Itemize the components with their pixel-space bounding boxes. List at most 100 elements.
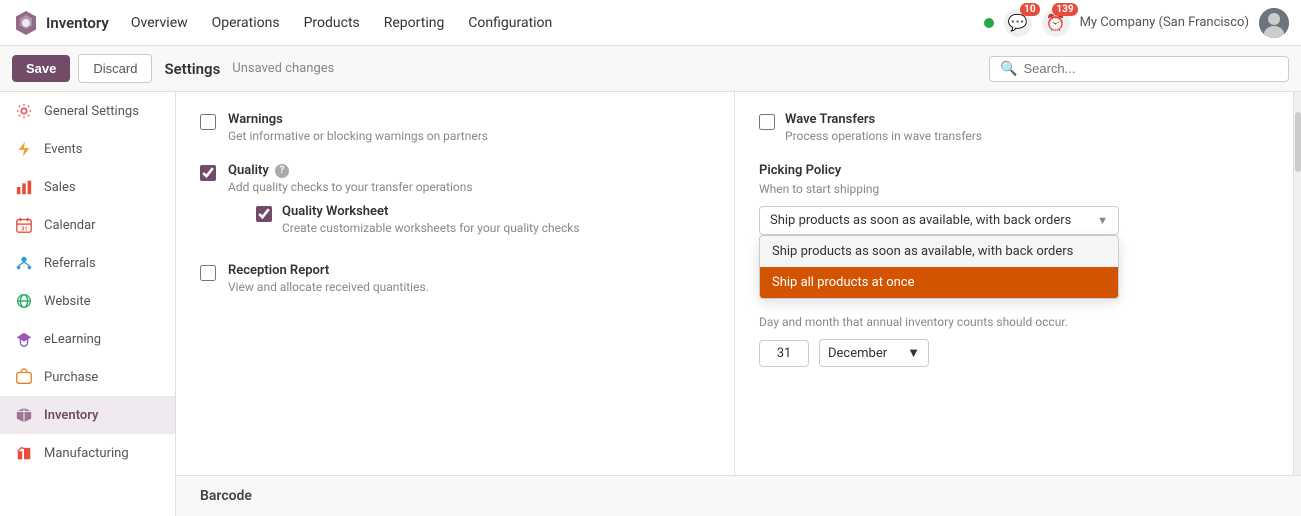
sidebar-manufacturing-label: Manufacturing — [44, 446, 129, 461]
activities-badge: 139 — [1052, 3, 1077, 16]
search-input[interactable] — [1023, 61, 1278, 76]
sidebar-item-general-settings[interactable]: General Settings — [0, 92, 175, 130]
unsaved-changes-label: Unsaved changes — [232, 61, 334, 76]
warnings-checkbox[interactable] — [200, 114, 216, 130]
scrollbar-thumb[interactable] — [1295, 112, 1301, 172]
gear-icon — [14, 101, 34, 121]
reception-report-content: Reception Report View and allocate recei… — [228, 263, 429, 294]
left-panel: Warnings Get informative or blocking war… — [176, 92, 735, 475]
nav-configuration[interactable]: Configuration — [458, 9, 562, 37]
inventory-icon — [14, 405, 34, 425]
annual-inventory-text: Day and month that annual inventory coun… — [759, 315, 1269, 329]
picking-policy-label: Picking Policy — [759, 163, 1269, 178]
warnings-content: Warnings Get informative or blocking war… — [228, 112, 488, 143]
sidebar-item-events[interactable]: Events — [0, 130, 175, 168]
page-title: Settings — [164, 60, 220, 78]
sidebar-item-manufacturing[interactable]: Manufacturing — [0, 434, 175, 472]
quality-worksheet-sub: Quality Worksheet Create customizable wo… — [256, 204, 580, 235]
dropdown-option-0[interactable]: Ship products as soon as available, with… — [760, 236, 1118, 267]
sidebar-sales-label: Sales — [44, 180, 76, 195]
sidebar-purchase-label: Purchase — [44, 370, 98, 385]
sidebar-item-calendar[interactable]: 31 Calendar — [0, 206, 175, 244]
sidebar-general-settings-label: General Settings — [44, 104, 139, 119]
chevron-down-icon: ▼ — [1097, 214, 1108, 227]
save-button[interactable]: Save — [12, 55, 70, 82]
sidebar-elearning-label: eLearning — [44, 332, 101, 347]
messages-badge: 10 — [1020, 3, 1039, 16]
referral-icon — [14, 253, 34, 273]
date-day-input[interactable]: 31 — [759, 340, 809, 367]
messages-button[interactable]: 💬 10 — [1004, 9, 1032, 37]
company-selector[interactable]: My Company (San Francisco) — [1080, 15, 1249, 30]
picking-policy-section: Picking Policy When to start shipping Sh… — [759, 163, 1269, 235]
date-row: 31 December ▼ — [759, 339, 1269, 367]
barcode-label: Barcode — [200, 488, 252, 504]
user-avatar[interactable] — [1259, 8, 1289, 38]
sidebar-website-label: Website — [44, 294, 91, 309]
wave-transfers-setting: Wave Transfers Process operations in wav… — [759, 112, 1269, 143]
reception-report-checkbox[interactable] — [200, 265, 216, 281]
wave-transfers-desc: Process operations in wave transfers — [785, 129, 982, 143]
quality-worksheet-title: Quality Worksheet — [282, 204, 580, 219]
dropdown-option-1[interactable]: Ship all products at once — [760, 267, 1118, 298]
sidebar-item-inventory[interactable]: Inventory — [0, 396, 175, 434]
picking-policy-desc: When to start shipping — [759, 182, 1269, 196]
dropdown-menu: Ship products as soon as available, with… — [759, 235, 1119, 299]
activities-button[interactable]: ⏰ 139 — [1042, 9, 1070, 37]
picking-policy-dropdown[interactable]: Ship products as soon as available, with… — [759, 206, 1119, 235]
main-layout: General Settings Events Sales 31 Calenda… — [0, 92, 1301, 516]
sidebar: General Settings Events Sales 31 Calenda… — [0, 92, 176, 516]
date-month-select[interactable]: December ▼ — [819, 339, 929, 367]
reception-report-title: Reception Report — [228, 263, 429, 278]
annual-inventory-section: Day and month that annual inventory coun… — [759, 315, 1269, 367]
quality-worksheet-checkbox[interactable] — [256, 206, 272, 222]
quality-worksheet-content: Quality Worksheet Create customizable wo… — [282, 204, 580, 235]
sidebar-referrals-label: Referrals — [44, 256, 96, 271]
discard-button[interactable]: Discard — [78, 54, 152, 83]
nav-products[interactable]: Products — [294, 9, 370, 37]
sidebar-inventory-label: Inventory — [44, 408, 99, 423]
quality-content: Quality ? Add quality checks to your tra… — [228, 163, 580, 243]
nav-reporting[interactable]: Reporting — [374, 9, 455, 37]
wave-transfers-title: Wave Transfers — [785, 112, 982, 127]
brand-icon — [12, 9, 40, 37]
content-wrapper: Warnings Get informative or blocking war… — [176, 92, 1301, 516]
date-month-value: December — [828, 346, 887, 361]
dropdown-trigger[interactable]: Ship products as soon as available, with… — [759, 206, 1119, 235]
sidebar-events-label: Events — [44, 142, 82, 157]
manufacturing-icon — [14, 443, 34, 463]
globe-icon — [14, 291, 34, 311]
sidebar-item-elearning[interactable]: eLearning — [0, 320, 175, 358]
sidebar-item-referrals[interactable]: Referrals — [0, 244, 175, 282]
dropdown-current-value: Ship products as soon as available, with… — [770, 213, 1071, 228]
sidebar-item-purchase[interactable]: Purchase — [0, 358, 175, 396]
search-box[interactable]: 🔍 — [989, 56, 1289, 82]
quality-title: Quality ? — [228, 163, 580, 178]
quality-worksheet-row: Quality Worksheet Create customizable wo… — [256, 204, 580, 235]
svg-text:31: 31 — [21, 226, 27, 232]
reception-report-desc: View and allocate received quantities. — [228, 280, 429, 294]
bar-chart-icon — [14, 177, 34, 197]
quality-worksheet-desc: Create customizable worksheets for your … — [282, 221, 580, 235]
nav-operations[interactable]: Operations — [202, 9, 290, 37]
brand-name: Inventory — [46, 14, 109, 32]
sidebar-item-sales[interactable]: Sales — [0, 168, 175, 206]
brand-logo[interactable]: Inventory — [12, 9, 109, 37]
nav-right-area: 💬 10 ⏰ 139 My Company (San Francisco) — [984, 8, 1289, 38]
sidebar-calendar-label: Calendar — [44, 218, 96, 233]
content-columns: Warnings Get informative or blocking war… — [176, 92, 1301, 475]
calendar-icon: 31 — [14, 215, 34, 235]
action-bar: Save Discard Settings Unsaved changes 🔍 — [0, 46, 1301, 92]
nav-overview[interactable]: Overview — [121, 9, 198, 37]
top-navigation: Inventory Overview Operations Products R… — [0, 0, 1301, 46]
barcode-section: Barcode — [176, 475, 1301, 516]
month-chevron-icon: ▼ — [907, 345, 920, 361]
quality-help-icon[interactable]: ? — [275, 164, 289, 178]
wave-transfers-checkbox[interactable] — [759, 114, 775, 130]
warnings-setting: Warnings Get informative or blocking war… — [200, 112, 710, 143]
right-scrollbar[interactable] — [1293, 92, 1301, 475]
purchase-icon — [14, 367, 34, 387]
sidebar-item-website[interactable]: Website — [0, 282, 175, 320]
quality-checkbox[interactable] — [200, 165, 216, 181]
quality-setting: Quality ? Add quality checks to your tra… — [200, 163, 710, 243]
